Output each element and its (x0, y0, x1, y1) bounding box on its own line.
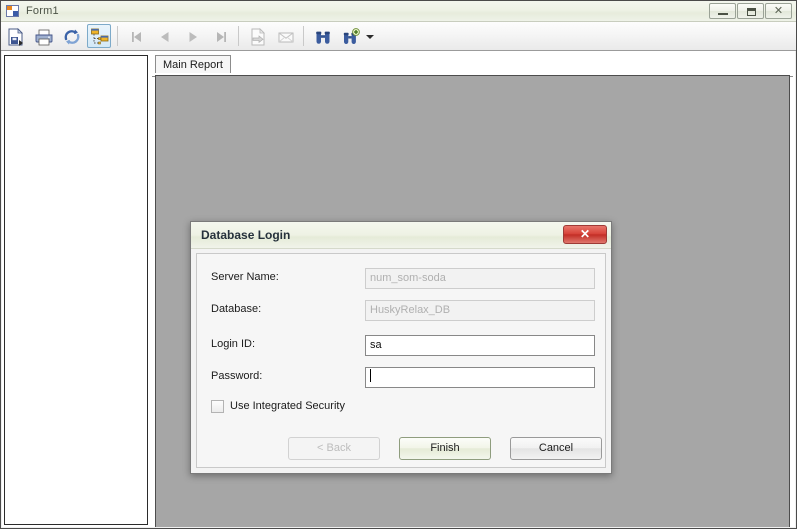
dialog-titlebar[interactable]: Database Login ✕ (191, 222, 611, 249)
finish-button[interactable]: Finish (399, 437, 491, 460)
integrated-security-label: Use Integrated Security (230, 400, 345, 412)
window-titlebar[interactable]: Form1 ✕ (1, 1, 796, 22)
toolbar-separator-3 (303, 26, 304, 46)
restore-button[interactable] (737, 3, 764, 19)
close-icon: ✕ (579, 227, 591, 241)
application-window: Form1 ✕ Main Report Database Login ✕ Ser… (0, 0, 797, 529)
login-id-input[interactable]: sa (365, 335, 595, 356)
minimize-button[interactable] (709, 3, 736, 19)
group-tree-panel[interactable] (4, 55, 148, 525)
server-name-input[interactable]: num_som-soda (365, 268, 595, 289)
field-row-login-id: Login ID: sa (197, 335, 605, 356)
client-area: Main Report Database Login ✕ Server Name… (2, 51, 795, 527)
dialog-title: Database Login (201, 228, 291, 242)
close-button[interactable]: ✕ (765, 3, 792, 19)
minimize-icon (718, 13, 728, 15)
restore-icon (747, 8, 756, 16)
form-icon (5, 3, 21, 19)
dialog-close-button[interactable]: ✕ (563, 225, 607, 244)
window-controls: ✕ (708, 3, 792, 19)
zoom-button[interactable] (338, 24, 362, 48)
field-row-password: Password: (197, 367, 605, 388)
server-name-label: Server Name: (211, 271, 279, 283)
toolbar-separator-1 (117, 26, 118, 46)
password-label: Password: (211, 370, 263, 382)
refresh-report-button[interactable] (59, 24, 83, 48)
database-login-dialog: Database Login ✕ Server Name: num_som-so… (190, 221, 612, 474)
field-row-database: Database: HuskyRelax_DB (197, 300, 605, 321)
integrated-security-checkbox-row[interactable]: Use Integrated Security (211, 398, 345, 414)
go-to-page-button[interactable] (245, 24, 269, 48)
dialog-button-row: < Back Finish Cancel (197, 437, 605, 460)
login-id-label: Login ID: (211, 338, 256, 350)
report-tabstrip: Main Report (152, 55, 793, 77)
cancel-button[interactable]: Cancel (510, 437, 602, 460)
dialog-body: Server Name: num_som-soda Database: Husk… (196, 253, 606, 468)
text-cursor (370, 369, 371, 382)
toolbar-separator-2 (238, 26, 239, 46)
print-report-button[interactable] (31, 24, 55, 48)
mail-report-button[interactable] (273, 24, 297, 48)
toggle-group-tree-button[interactable] (87, 24, 111, 48)
close-icon: ✕ (773, 5, 784, 17)
first-page-button[interactable] (124, 24, 148, 48)
last-page-button[interactable] (208, 24, 232, 48)
export-report-button[interactable] (3, 24, 27, 48)
find-text-button[interactable] (310, 24, 334, 48)
database-input[interactable]: HuskyRelax_DB (365, 300, 595, 321)
back-button[interactable]: < Back (288, 437, 380, 460)
previous-page-button[interactable] (152, 24, 176, 48)
next-page-button[interactable] (180, 24, 204, 48)
report-toolbar (1, 22, 796, 51)
field-row-server-name: Server Name: num_som-soda (197, 268, 605, 289)
window-title: Form1 (26, 5, 59, 17)
zoom-dropdown-caret-icon[interactable] (364, 24, 374, 48)
database-label: Database: (211, 303, 262, 315)
integrated-security-checkbox[interactable] (211, 399, 224, 413)
password-input[interactable] (365, 367, 595, 388)
tab-main-report[interactable]: Main Report (155, 55, 231, 73)
